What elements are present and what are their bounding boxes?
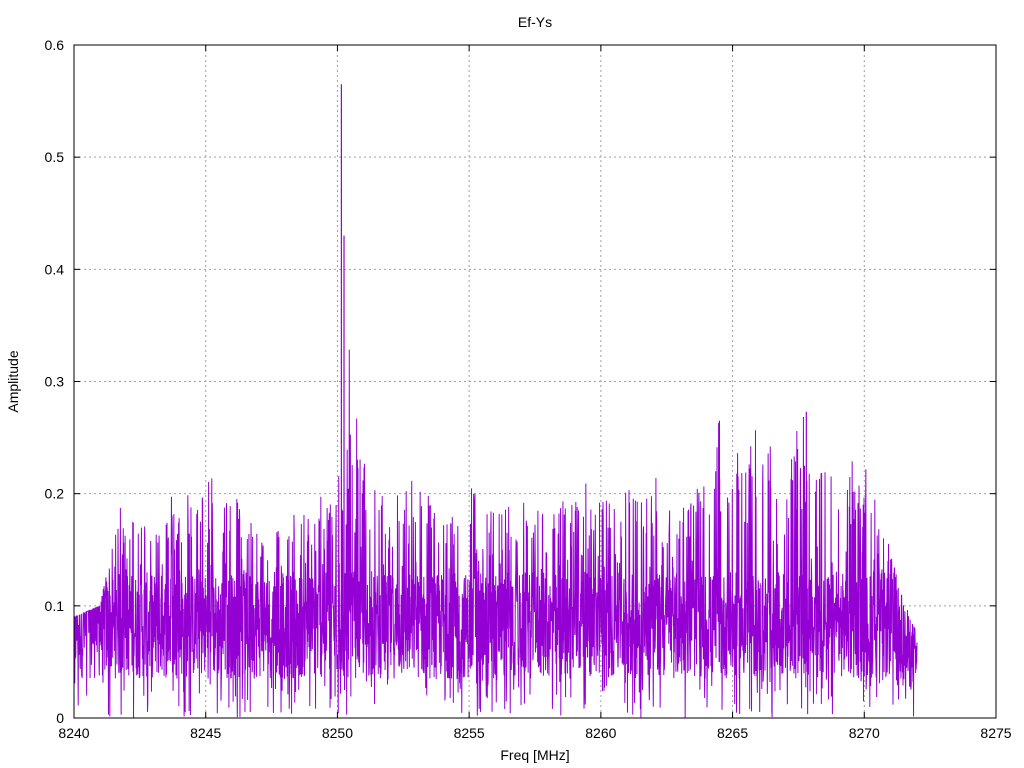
x-tick-label: 8275 <box>980 725 1011 741</box>
chart-title: Ef-Ys <box>518 14 552 30</box>
x-tick-label: 8240 <box>58 725 89 741</box>
y-tick-label: 0 <box>56 710 64 726</box>
y-tick-label: 0.3 <box>45 374 65 390</box>
x-tick-label: 8265 <box>717 725 748 741</box>
y-axis-label: Amplitude <box>5 350 21 412</box>
series-line <box>73 349 918 718</box>
x-tick-label: 8245 <box>190 725 221 741</box>
y-tick-label: 0.5 <box>45 149 65 165</box>
x-tick-label: 8270 <box>849 725 880 741</box>
y-tick-label: 0.2 <box>45 486 65 502</box>
y-tick-label: 0.1 <box>45 598 65 614</box>
y-tick-label: 0.6 <box>45 37 65 53</box>
x-tick-label: 8260 <box>585 725 616 741</box>
x-tick-label: 8250 <box>322 725 353 741</box>
x-axis-label: Freq [MHz] <box>500 747 569 763</box>
y-tick-label: 0.4 <box>45 261 65 277</box>
x-tick-label: 8255 <box>454 725 485 741</box>
chart-figure: Ef-Ys 8240 8245 8250 8255 8260 8265 8270 8275 0 0… <box>5 14 1012 763</box>
series-trace <box>73 84 918 718</box>
